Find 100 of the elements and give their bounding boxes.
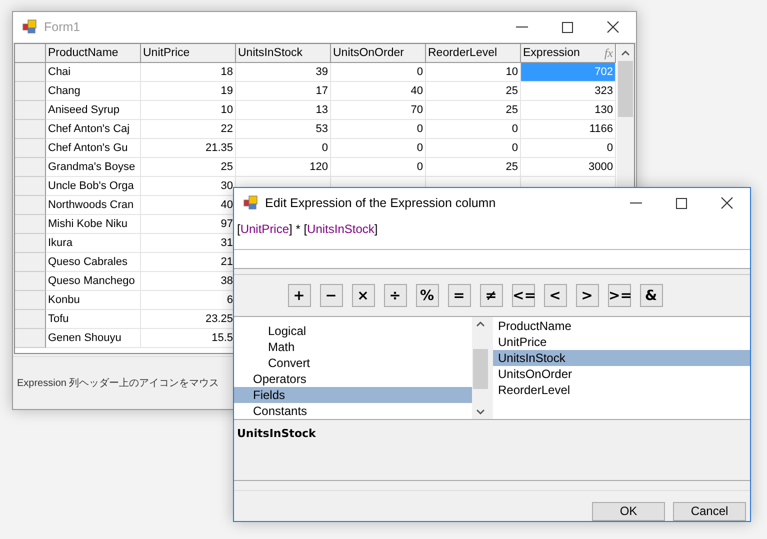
table-cell[interactable]: 0 [331,158,426,177]
table-cell[interactable]: 120 [236,158,331,177]
operator-button[interactable]: <= [512,284,534,308]
scroll-down-icon[interactable] [476,409,485,416]
operator-button[interactable]: + [288,284,310,308]
expression-field[interactable]: [UnitPrice] * [UnitsInStock] [234,218,750,250]
table-cell[interactable]: 0 [331,120,426,139]
table-cell[interactable]: 1166 [521,120,616,139]
operator-button[interactable]: % [416,284,438,308]
operator-button[interactable]: = [448,284,470,308]
row-header[interactable] [15,310,46,329]
table-cell[interactable]: 10 [141,101,236,120]
close-icon[interactable] [721,197,733,209]
list-item[interactable]: ProductName [493,318,750,334]
category-tree[interactable]: Logical Math Convert Operators Fields Constants [234,317,472,420]
table-cell[interactable]: 25 [141,158,236,177]
row-header[interactable] [15,177,46,196]
operator-button[interactable]: > [576,284,598,308]
table-cell[interactable]: 13 [236,101,331,120]
tree-item[interactable]: Convert [234,355,472,372]
scroll-up-icon[interactable] [476,321,485,328]
table-cell[interactable]: Northwoods Cran [46,196,141,215]
tree-item[interactable]: Fields [234,387,472,404]
operator-button[interactable]: < [544,284,566,308]
table-cell[interactable]: 25 [426,82,521,101]
row-header[interactable] [15,82,46,101]
row-header[interactable] [15,291,46,310]
maximize-icon[interactable] [562,22,573,32]
column-header[interactable]: Expression fx [521,44,616,63]
close-icon[interactable] [607,21,619,33]
operator-button[interactable]: >= [608,284,630,308]
minimize-icon[interactable] [630,202,642,204]
list-item[interactable]: UnitPrice [493,334,750,350]
table-cell[interactable]: Aniseed Syrup [46,101,141,120]
table-cell[interactable]: Chef Anton's Caj [46,120,141,139]
corner-header[interactable] [15,44,46,63]
column-header[interactable]: UnitPrice [141,44,236,63]
tree-item[interactable]: Logical [234,323,472,340]
column-header[interactable]: ReorderLevel [426,44,521,63]
table-cell[interactable]: Chef Anton's Gu [46,139,141,158]
list-item[interactable]: UnitsInStock [493,350,750,366]
list-item[interactable]: UnitsOnOrder [493,366,750,382]
column-header[interactable]: UnitsInStock [236,44,331,63]
table-cell[interactable]: Mishi Kobe Niku [46,215,141,234]
cancel-button[interactable]: Cancel [673,502,746,521]
table-cell[interactable]: Queso Cabrales [46,253,141,272]
row-header[interactable] [15,253,46,272]
row-header[interactable] [15,139,46,158]
table-cell[interactable]: 3000 [521,158,616,177]
row-header[interactable] [15,158,46,177]
table-cell[interactable]: 17 [236,82,331,101]
table-cell[interactable]: 19 [141,82,236,101]
table-cell[interactable]: Konbu [46,291,141,310]
table-cell[interactable]: 0 [331,139,426,158]
tree-item[interactable]: Operators [234,371,472,388]
row-header[interactable] [15,101,46,120]
table-cell[interactable]: Ikura [46,234,141,253]
operator-button[interactable]: − [320,284,342,308]
table-cell[interactable]: 0 [426,139,521,158]
table-cell[interactable]: 0 [236,139,331,158]
table-cell[interactable]: 25 [426,101,521,120]
table-cell[interactable]: 70 [331,101,426,120]
row-header[interactable] [15,120,46,139]
scroll-thumb[interactable] [473,349,488,390]
row-header[interactable] [15,329,46,348]
ok-button[interactable]: OK [592,502,665,521]
table-cell[interactable]: 22 [141,120,236,139]
table-cell[interactable]: Grandma's Boyse [46,158,141,177]
table-cell[interactable]: 0 [426,120,521,139]
row-header[interactable] [15,272,46,291]
table-cell[interactable]: 25 [426,158,521,177]
field-list[interactable]: ProductName UnitPrice UnitsInStock UnitsOnOrder ReorderLevel [493,317,750,420]
table-cell[interactable]: Chai [46,63,141,82]
table-cell[interactable]: Genen Shouyu [46,329,141,348]
table-cell[interactable]: 323 [521,82,616,101]
row-header[interactable] [15,196,46,215]
operator-button[interactable]: & [640,284,662,308]
table-cell[interactable]: 39 [236,63,331,82]
operator-button[interactable]: ÷ [384,284,406,308]
scroll-up-icon[interactable] [621,50,630,56]
row-header[interactable] [15,63,46,82]
table-cell[interactable]: 40 [331,82,426,101]
table-cell[interactable]: Queso Manchego [46,272,141,291]
scroll-thumb[interactable] [618,61,633,117]
tree-item[interactable]: Constants [234,403,472,420]
table-cell[interactable]: 21.35 [141,139,236,158]
list-item[interactable]: ReorderLevel [493,382,750,398]
table-cell[interactable]: Chang [46,82,141,101]
tree-item[interactable]: Math [234,339,472,356]
table-cell[interactable]: 0 [521,139,616,158]
row-header[interactable] [15,234,46,253]
result-field[interactable] [234,250,750,270]
table-cell[interactable]: Tofu [46,310,141,329]
table-cell[interactable]: 0 [331,63,426,82]
table-cell[interactable]: 53 [236,120,331,139]
maximize-icon[interactable] [676,198,687,208]
minimize-icon[interactable] [516,26,528,28]
operator-button[interactable]: ≠ [480,284,502,308]
table-cell[interactable]: Uncle Bob's Orga [46,177,141,196]
table-cell[interactable]: 130 [521,101,616,120]
